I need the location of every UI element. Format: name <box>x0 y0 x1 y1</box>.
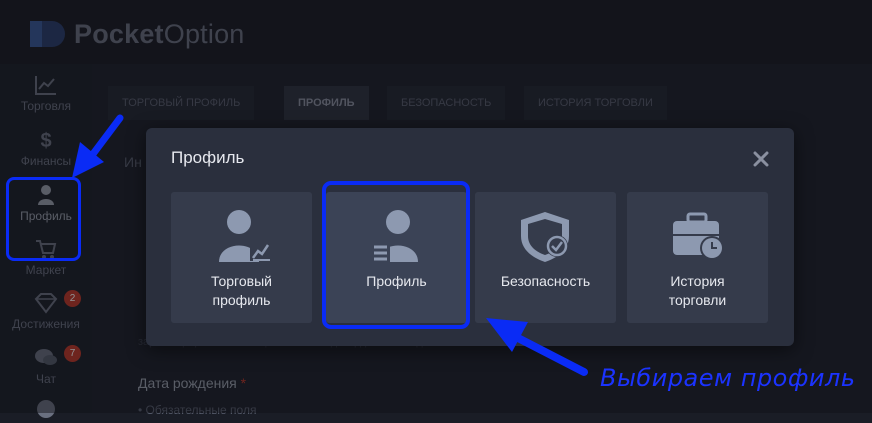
highlight-sidebar-profile <box>6 177 81 261</box>
card-trading-history[interactable]: История торговли <box>627 192 768 323</box>
briefcase-clock-icon <box>673 212 724 260</box>
card-label: Безопасность <box>500 273 591 289</box>
app-window: PocketOption Торговля $ Финансы Профиль … <box>0 0 872 418</box>
modal-title: Профиль <box>171 148 245 167</box>
annotation-caption: Выбираем профиль <box>600 364 856 392</box>
card-label: История торговли <box>668 273 727 308</box>
card-label: Торговый профиль <box>211 273 272 308</box>
profile-modal: Профиль Торговый профиль Профиль Безопас… <box>146 128 794 346</box>
trading-profile-icon <box>219 210 270 262</box>
arrow-pointer-icon <box>486 318 588 376</box>
shield-check-icon <box>521 212 569 262</box>
arrow-pointer-icon <box>72 114 124 178</box>
close-icon[interactable] <box>752 150 770 168</box>
card-security[interactable]: Безопасность <box>475 192 616 323</box>
card-trading-profile[interactable]: Торговый профиль <box>171 192 312 323</box>
highlight-profile-card <box>322 181 470 329</box>
